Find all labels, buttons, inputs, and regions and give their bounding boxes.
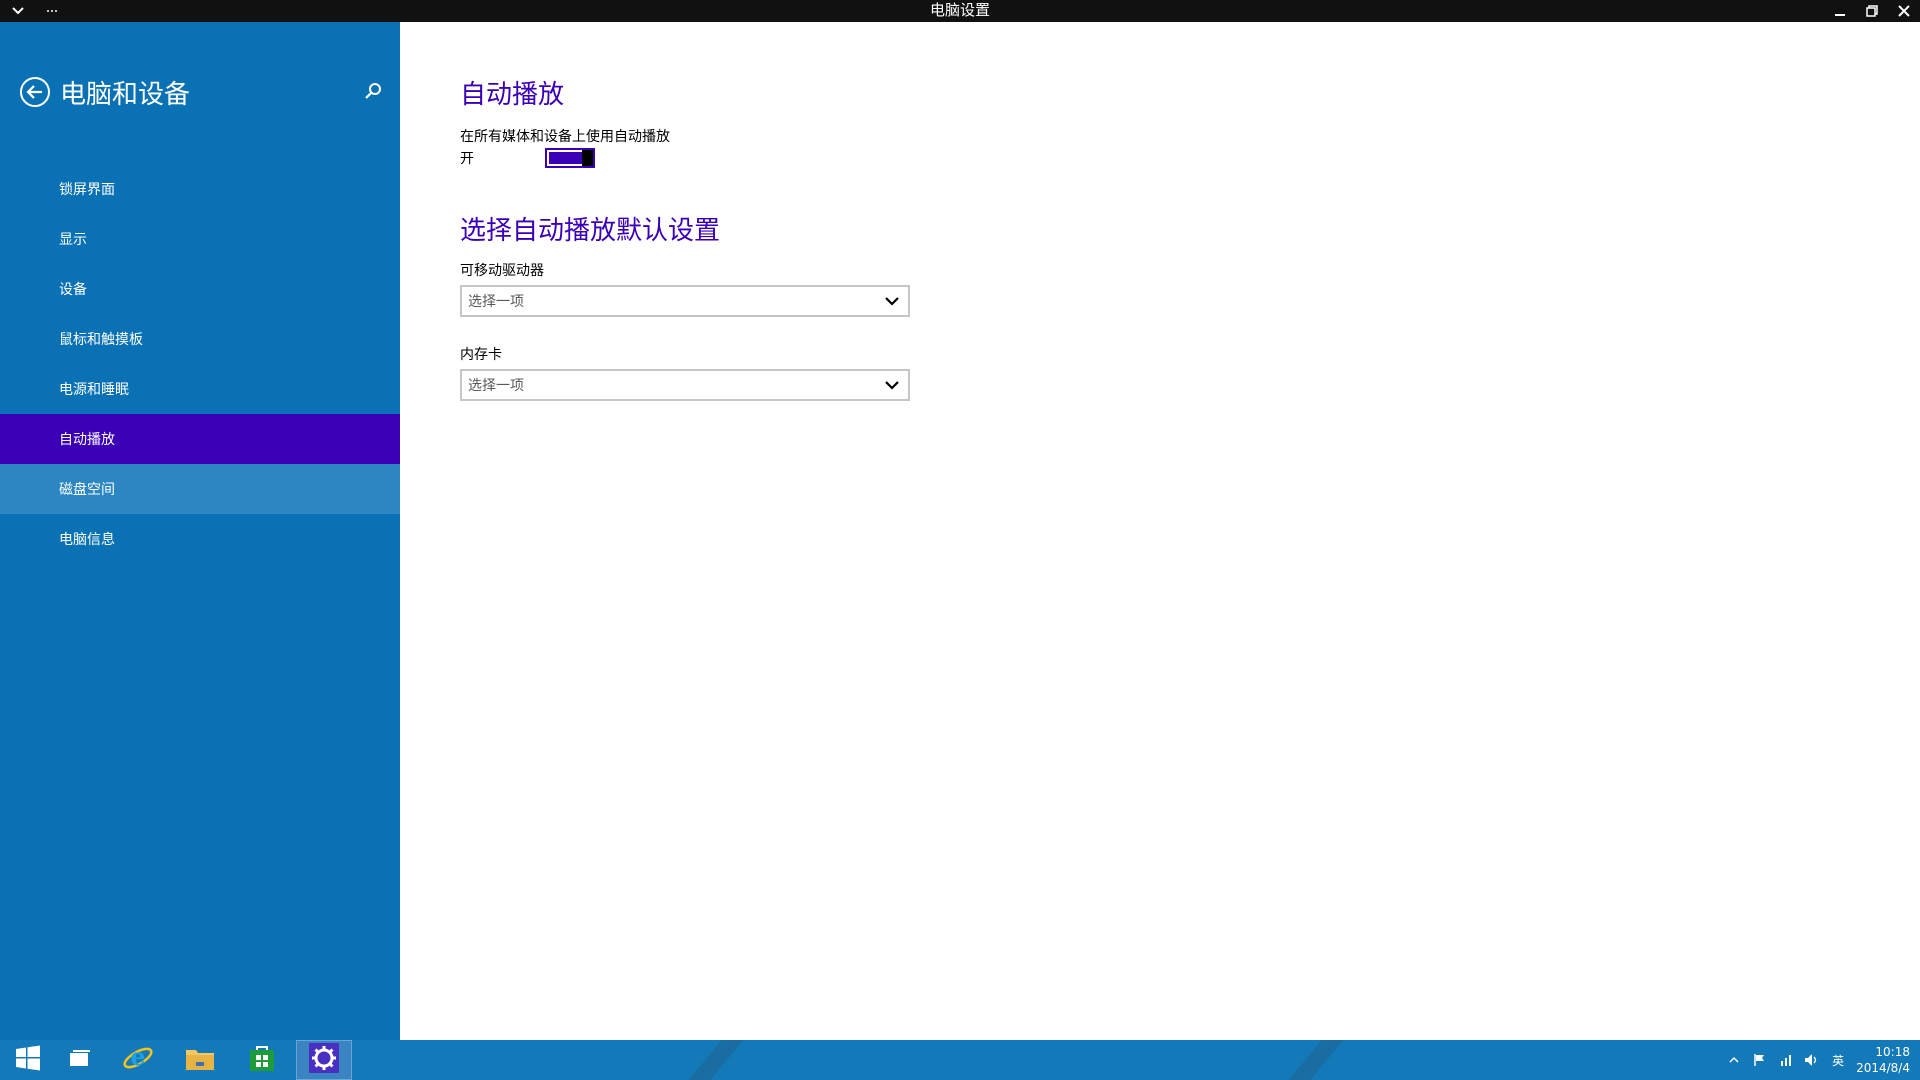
network-icon[interactable] — [1778, 1052, 1794, 1068]
sidebar-item-pc-info[interactable]: 电脑信息 — [0, 514, 400, 564]
taskbar: e 英 10:18 2014/8/4 — [0, 1040, 1920, 1080]
system-tray: 英 10:18 2014/8/4 — [1726, 1040, 1910, 1080]
windows-logo-icon — [15, 1045, 41, 1075]
volume-icon[interactable] — [1804, 1052, 1820, 1068]
restore-icon[interactable] — [1864, 3, 1880, 19]
task-view-button[interactable] — [52, 1040, 108, 1080]
taskbar-wallpaper-stripe — [688, 1040, 744, 1080]
sidebar-header: 电脑和设备 — [20, 74, 190, 110]
task-view-icon — [68, 1048, 92, 1072]
taskbar-wallpaper-stripe — [1288, 1040, 1344, 1080]
sidebar-item-autoplay[interactable]: 自动播放 — [0, 414, 400, 464]
settings-button[interactable] — [296, 1040, 352, 1080]
sidebar-item-lock-screen[interactable]: 锁屏界面 — [0, 164, 400, 214]
sidebar-item-devices[interactable]: 设备 — [0, 264, 400, 314]
clock-date: 2014/8/4 — [1856, 1061, 1910, 1075]
main-content: 自动播放 在所有媒体和设备上使用自动播放 开 选择自动播放默认设置 可移动驱动器… — [400, 22, 1920, 1040]
minimize-icon[interactable] — [1832, 3, 1848, 19]
action-center-flag-icon[interactable] — [1752, 1052, 1768, 1068]
store-icon — [247, 1043, 277, 1077]
sidebar-item-power-sleep[interactable]: 电源和睡眠 — [0, 364, 400, 414]
sidebar: 电脑和设备 锁屏界面 显示 设备 鼠标和触摸板 电源和睡眠 自动播放 磁盘空间 … — [0, 22, 400, 1040]
file-explorer-button[interactable] — [172, 1040, 228, 1080]
sidebar-item-disk-space[interactable]: 磁盘空间 — [0, 464, 400, 514]
internet-explorer-button[interactable]: e — [110, 1040, 166, 1080]
file-explorer-icon — [184, 1044, 216, 1076]
removable-drive-label: 可移动驱动器 — [460, 263, 544, 279]
chevron-down-icon — [884, 294, 900, 308]
store-button[interactable] — [234, 1040, 290, 1080]
autoplay-description: 在所有媒体和设备上使用自动播放 — [460, 129, 670, 145]
chevron-down-icon — [884, 378, 900, 392]
close-icon[interactable] — [1896, 3, 1912, 19]
clock[interactable]: 10:18 2014/8/4 — [1856, 1044, 1910, 1076]
removable-drive-value: 选择一项 — [468, 294, 524, 310]
internet-explorer-icon: e — [122, 1042, 154, 1078]
sidebar-item-mouse-touchpad[interactable]: 鼠标和触摸板 — [0, 314, 400, 364]
title-bar: 电脑设置 — [0, 0, 1920, 22]
show-hidden-icons-icon[interactable] — [1726, 1052, 1742, 1068]
toggle-state-label: 开 — [460, 151, 474, 167]
sidebar-nav: 锁屏界面 显示 设备 鼠标和触摸板 电源和睡眠 自动播放 磁盘空间 电脑信息 — [0, 164, 400, 564]
memory-card-label: 内存卡 — [460, 347, 502, 363]
back-arrow-icon[interactable] — [20, 77, 50, 107]
sidebar-item-display[interactable]: 显示 — [0, 214, 400, 264]
clock-time: 10:18 — [1875, 1045, 1910, 1059]
input-method-indicator[interactable]: 英 — [1830, 1052, 1846, 1068]
toggle-thumb[interactable] — [582, 150, 593, 166]
memory-card-select[interactable]: 选择一项 — [460, 369, 910, 401]
start-button[interactable] — [0, 1040, 56, 1080]
window-controls — [1832, 0, 1912, 22]
defaults-heading: 选择自动播放默认设置 — [460, 216, 721, 246]
removable-drive-select[interactable]: 选择一项 — [460, 285, 910, 317]
settings-icon — [308, 1042, 340, 1078]
search-icon[interactable] — [362, 80, 384, 102]
page-title: 自动播放 — [460, 80, 565, 110]
memory-card-value: 选择一项 — [468, 378, 524, 394]
svg-text:e: e — [130, 1042, 145, 1071]
window-title: 电脑设置 — [929, 1, 990, 19]
autoplay-toggle[interactable] — [545, 148, 595, 168]
sidebar-title: 电脑和设备 — [60, 79, 191, 110]
toggle-fill — [549, 152, 583, 164]
